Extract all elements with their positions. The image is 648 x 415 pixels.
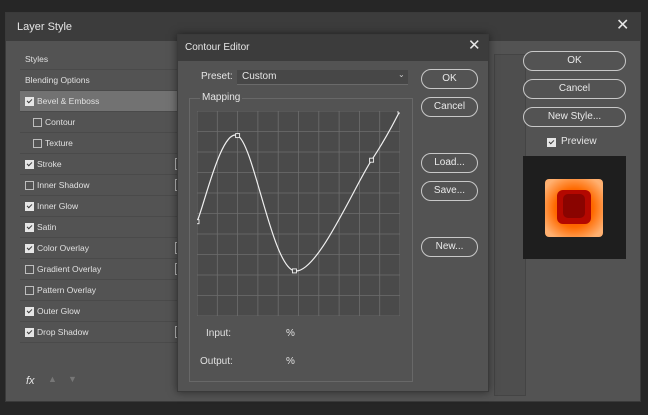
style-label: Satin <box>37 222 57 232</box>
styles-header[interactable]: Styles <box>20 49 186 70</box>
style-item-pattern-overlay[interactable]: Pattern Overlay <box>20 280 186 301</box>
style-item-color-overlay[interactable]: Color Overlay+ <box>20 238 186 259</box>
style-label: Gradient Overlay <box>37 264 102 274</box>
style-label: Inner Glow <box>37 201 79 211</box>
new-button[interactable]: New... <box>421 237 478 257</box>
output-label: Output: <box>200 356 233 367</box>
move-down-icon: ▼ <box>68 374 77 384</box>
style-label: Blending Options <box>25 75 90 85</box>
style-label: Stroke <box>37 159 62 169</box>
save-button[interactable]: Save... <box>421 181 478 201</box>
preview-swatch-graphic <box>545 179 603 237</box>
chevron-down-icon: ⌄ <box>398 70 405 79</box>
contour-curve-graph[interactable] <box>197 111 400 316</box>
style-label: Drop Shadow <box>37 327 89 337</box>
contour-cancel-button[interactable]: Cancel <box>421 97 478 117</box>
curve-control-point[interactable] <box>369 157 375 163</box>
style-checkbox[interactable] <box>25 181 34 190</box>
preview-checkbox[interactable] <box>547 138 556 147</box>
curve-control-point[interactable] <box>235 133 241 139</box>
style-item-satin[interactable]: Satin <box>20 217 186 238</box>
contour-ok-button[interactable]: OK <box>421 69 478 89</box>
style-checkbox[interactable] <box>25 244 34 253</box>
style-item-inner-shadow[interactable]: Inner Shadow+ <box>20 175 186 196</box>
close-icon[interactable]: ✕ <box>616 17 629 35</box>
move-up-icon: ▲ <box>48 374 57 384</box>
style-label: Inner Shadow <box>37 180 90 190</box>
blending-options-item[interactable]: Blending Options <box>20 70 186 91</box>
style-item-stroke[interactable]: Stroke+ <box>20 154 186 175</box>
cancel-button[interactable]: Cancel <box>523 79 626 99</box>
preset-label: Preset: <box>201 71 233 82</box>
style-checkbox[interactable] <box>25 328 34 337</box>
style-item-bevel-emboss[interactable]: Bevel & Emboss <box>20 91 186 112</box>
curve-control-point[interactable] <box>197 219 200 225</box>
close-icon[interactable]: ✕ <box>468 37 481 55</box>
style-checkbox[interactable] <box>25 202 34 211</box>
style-checkbox[interactable] <box>25 307 34 316</box>
style-item-contour[interactable]: Contour <box>20 112 186 133</box>
settings-panel-edge <box>494 54 526 396</box>
style-item-gradient-overlay[interactable]: Gradient Overlay+ <box>20 259 186 280</box>
preset-dropdown[interactable]: Custom ⌄ <box>237 70 408 85</box>
style-checkbox[interactable] <box>33 139 42 148</box>
preview-label: Preview <box>561 136 597 147</box>
output-unit: % <box>286 356 295 367</box>
input-unit: % <box>286 328 295 339</box>
curve-control-point[interactable] <box>397 111 400 114</box>
style-item-outer-glow[interactable]: Outer Glow <box>20 301 186 322</box>
preset-value: Custom <box>242 71 277 82</box>
style-checkbox[interactable] <box>25 97 34 106</box>
ok-button[interactable]: OK <box>523 51 626 71</box>
new-style-button[interactable]: New Style... <box>523 107 626 127</box>
dialog-title: Contour Editor <box>185 42 250 53</box>
dialog-title: Layer Style <box>17 21 73 33</box>
style-checkbox[interactable] <box>33 118 42 127</box>
input-label: Input: <box>206 328 232 339</box>
fx-icon[interactable]: fx <box>26 375 35 387</box>
style-item-inner-glow[interactable]: Inner Glow <box>20 196 186 217</box>
load-button[interactable]: Load... <box>421 153 478 173</box>
style-item-texture[interactable]: Texture <box>20 133 186 154</box>
contour-editor-dialog: Contour Editor ✕ Preset: Custom ⌄ Mappin… <box>177 34 489 392</box>
style-checkbox[interactable] <box>25 286 34 295</box>
style-preview-thumbnail <box>523 156 626 259</box>
style-label: Bevel & Emboss <box>37 96 100 106</box>
style-label: Outer Glow <box>37 306 80 316</box>
contour-editor-titlebar[interactable]: Contour Editor ✕ <box>178 35 488 61</box>
style-checkbox[interactable] <box>25 160 34 169</box>
style-item-drop-shadow[interactable]: Drop Shadow+ <box>20 322 186 343</box>
styles-list: Styles Blending Options Bevel & Emboss Cont… <box>20 49 186 393</box>
mapping-label: Mapping <box>200 92 243 103</box>
style-label: Styles <box>25 54 49 64</box>
style-label: Texture <box>45 138 73 148</box>
style-label: Color Overlay <box>37 243 89 253</box>
style-label: Pattern Overlay <box>37 285 97 295</box>
style-checkbox[interactable] <box>25 223 34 232</box>
style-label: Contour <box>45 117 76 127</box>
curve-control-point[interactable] <box>291 268 297 274</box>
style-checkbox[interactable] <box>25 265 34 274</box>
